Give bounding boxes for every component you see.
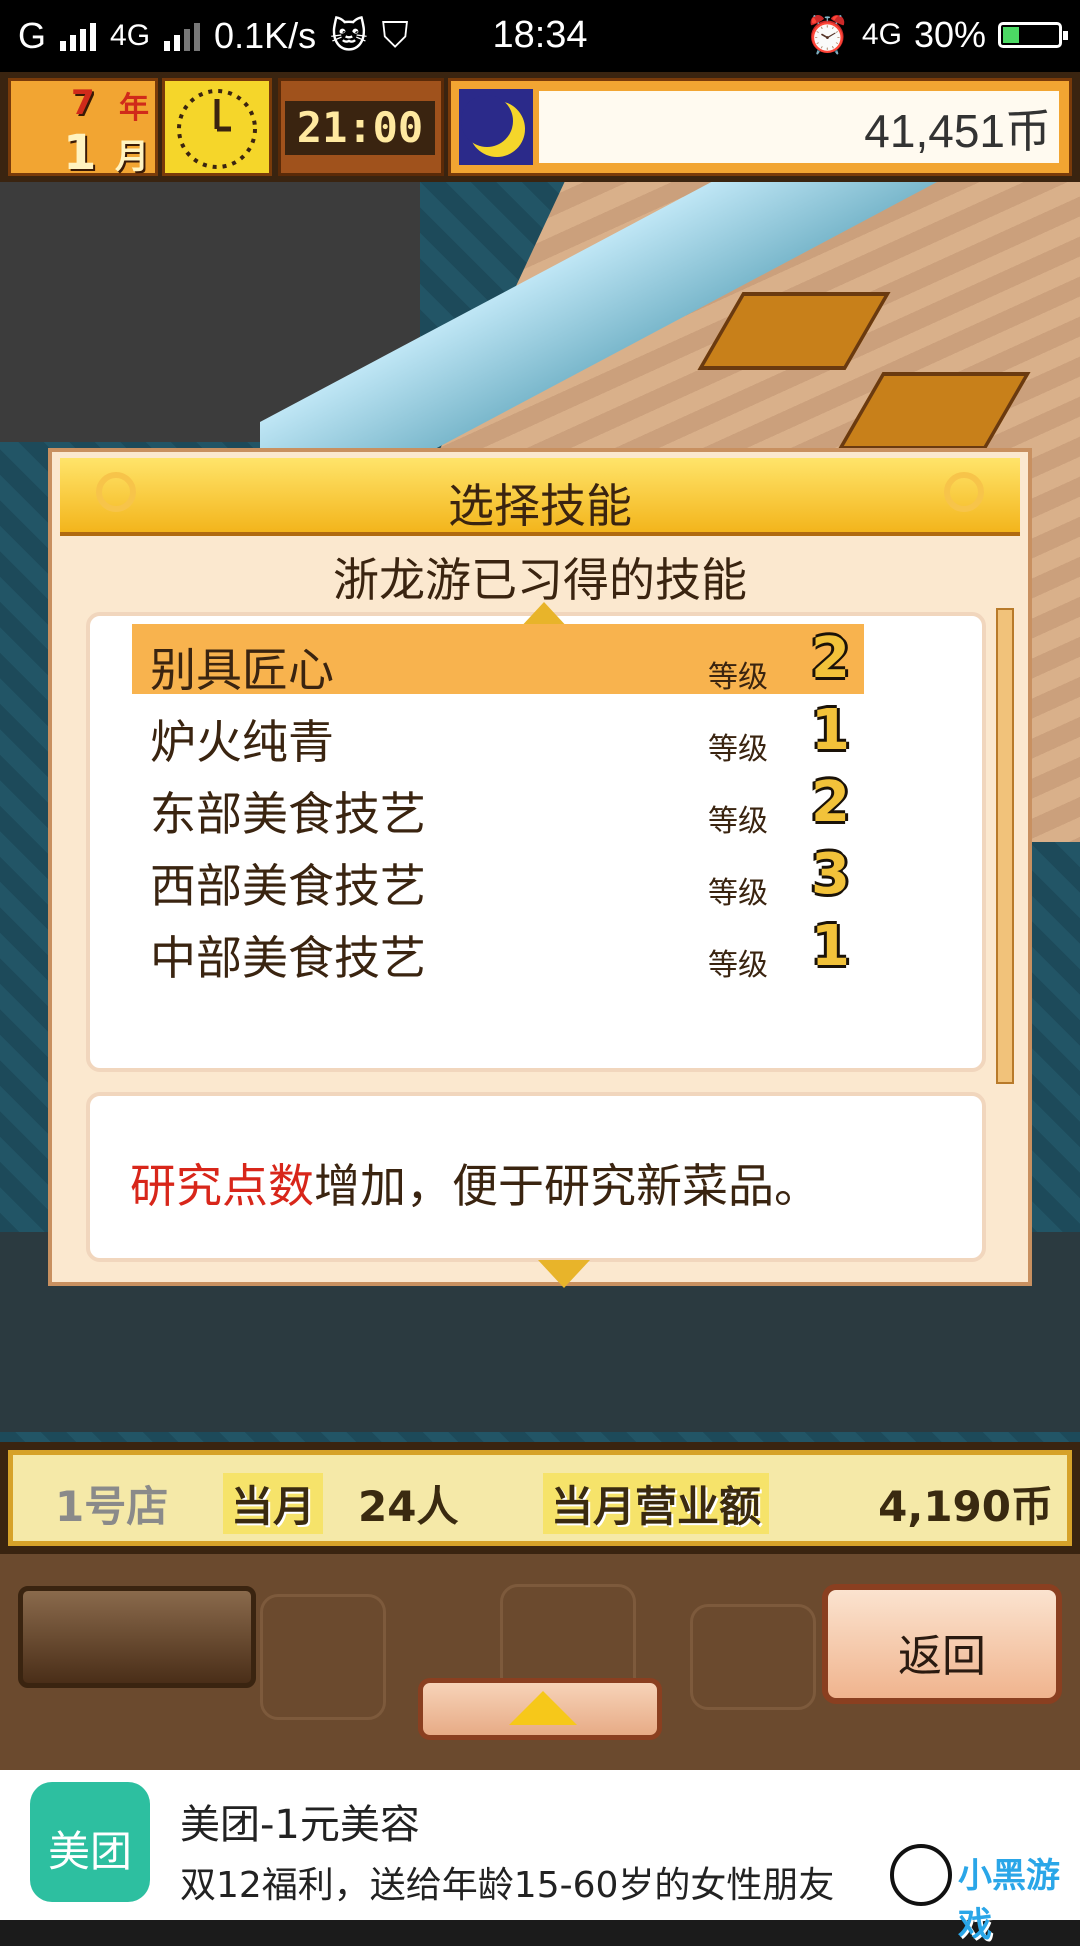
skill-description-text: 研究点数增加，便于研究新菜品。 bbox=[130, 1150, 820, 1216]
skill-row[interactable]: 东部美食技艺 等级 2 bbox=[132, 768, 864, 841]
calendar: 7 年 1 月 bbox=[8, 78, 158, 181]
skill-level-label: 等级 bbox=[708, 660, 768, 695]
year-label: 年 bbox=[119, 91, 149, 126]
battery-icon bbox=[998, 22, 1068, 48]
expand-menu-button[interactable] bbox=[418, 1678, 662, 1740]
skill-row[interactable]: 别具匠心 等级 2 bbox=[132, 624, 864, 697]
ad-icon-text: 美团 bbox=[47, 1827, 132, 1876]
dialog-header: 选择技能 bbox=[60, 458, 1020, 536]
status-bar: G 4G 0.1K/s 🐱 ⛉ 18:34 ⏰ 4G 30% bbox=[0, 0, 1080, 72]
month-label: 当月 bbox=[223, 1473, 324, 1534]
revenue-label: 当月营业额 bbox=[543, 1473, 770, 1534]
skill-name: 东部美食技艺 bbox=[150, 787, 426, 841]
up-arrow-icon bbox=[509, 1691, 577, 1725]
alarm-icon: ⏰ bbox=[805, 14, 850, 55]
bottom-panel: 返回 bbox=[0, 1554, 1080, 1770]
year-number: 7 bbox=[71, 83, 95, 123]
skill-name: 炉火纯青 bbox=[150, 715, 334, 769]
ad-title: 美团-1元美容 bbox=[180, 1802, 420, 1848]
customer-count: 24人 bbox=[358, 1482, 459, 1531]
network-label-2: 4G bbox=[861, 18, 902, 51]
empty-slot[interactable] bbox=[18, 1586, 256, 1688]
moon-icon bbox=[459, 89, 533, 165]
skill-level-value: 2 bbox=[811, 770, 850, 835]
shop-stats-bar: 1号店 当月 24人 当月营业额 4,190币 bbox=[0, 1442, 1080, 1554]
month-label: 月 bbox=[115, 137, 149, 177]
game-time-text: 21:00 bbox=[285, 101, 435, 155]
ad-description: 双12福利，送给年龄15-60岁的女性朋友 bbox=[180, 1865, 835, 1906]
month-number: 1 bbox=[63, 125, 97, 181]
clock-icon bbox=[162, 78, 272, 176]
money-value: 41,451币 bbox=[864, 105, 1051, 157]
watermark: 小黑游戏 bbox=[890, 1840, 1070, 1945]
skill-level-value: 1 bbox=[811, 698, 850, 763]
skill-level-value: 2 bbox=[811, 626, 850, 691]
meituan-logo-icon: 美团 bbox=[30, 1782, 150, 1902]
skill-level-label: 等级 bbox=[708, 948, 768, 983]
skill-row[interactable]: 西部美食技艺 等级 3 bbox=[132, 840, 864, 913]
skill-name: 别具匠心 bbox=[150, 643, 334, 697]
money-display: 41,451币 bbox=[448, 78, 1072, 176]
description-highlight: 研究点数 bbox=[130, 1159, 314, 1213]
skill-level-value: 3 bbox=[811, 842, 850, 907]
skill-description: 研究点数增加，便于研究新菜品。 bbox=[86, 1092, 986, 1262]
ad-banner[interactable]: 美团 美团-1元美容 双12福利，送给年龄15-60岁的女性朋友 小黑游戏 bbox=[0, 1770, 1080, 1945]
panda-logo-icon bbox=[890, 1844, 952, 1906]
back-button[interactable]: 返回 bbox=[822, 1584, 1062, 1704]
back-button-label: 返回 bbox=[898, 1631, 986, 1682]
revenue-value: 4,190币 bbox=[878, 1482, 1053, 1531]
description-rest: 增加，便于研究新菜品。 bbox=[314, 1159, 820, 1213]
game-time: 21:00 bbox=[278, 78, 444, 176]
skill-list-scrollbar[interactable] bbox=[996, 608, 1014, 1084]
shop-name: 1号店 bbox=[55, 1482, 169, 1531]
game-hud: 7 年 1 月 21:00 41,451币 bbox=[0, 72, 1080, 182]
dialog-subtitle: 浙龙游已习得的技能 bbox=[333, 553, 747, 607]
skill-level-label: 等级 bbox=[708, 732, 768, 767]
battery-percent: 30% bbox=[913, 14, 986, 55]
skill-row[interactable]: 炉火纯青 等级 1 bbox=[132, 696, 864, 769]
skill-level-label: 等级 bbox=[708, 876, 768, 911]
scroll-down-arrow-icon[interactable] bbox=[538, 1260, 590, 1288]
skill-name: 中部美食技艺 bbox=[150, 931, 426, 985]
skill-row[interactable]: 中部美食技艺 等级 1 bbox=[132, 912, 864, 985]
skill-name: 西部美食技艺 bbox=[150, 859, 426, 913]
dialog-title: 选择技能 bbox=[448, 479, 632, 533]
skill-level-value: 1 bbox=[811, 914, 850, 979]
watermark-text: 小黑游戏 bbox=[958, 1856, 1060, 1945]
skill-level-label: 等级 bbox=[708, 804, 768, 839]
skill-select-dialog: 选择技能 浙龙游已习得的技能 别具匠心 等级 2 炉火纯青 等级 1 东部美食技… bbox=[48, 448, 1032, 1288]
